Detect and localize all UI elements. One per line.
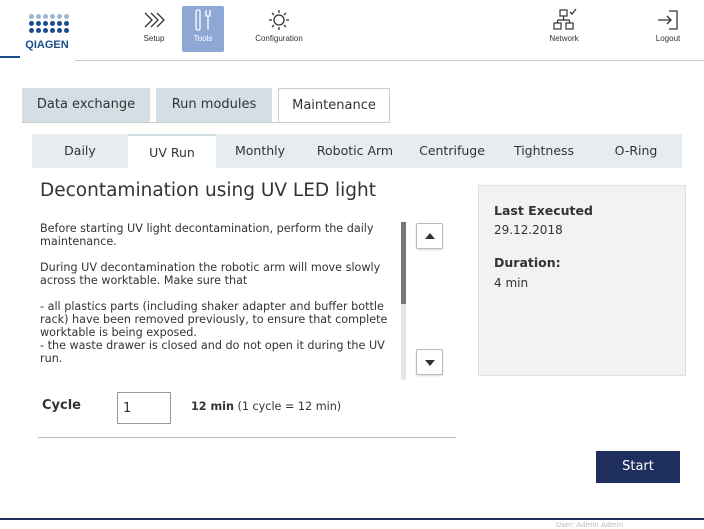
logout-icon — [658, 10, 678, 30]
cycle-duration-note: (1 cycle = 12 min) — [237, 400, 342, 413]
scroll-up-button[interactable] — [416, 223, 443, 249]
scroll-down-button[interactable] — [416, 349, 443, 375]
cycle-duration-info: 12 min (1 cycle = 12 min) — [191, 400, 341, 413]
logo-underline — [0, 56, 20, 58]
instructions-paragraph: - all plastics parts (including shaker a… — [40, 300, 388, 365]
instructions-paragraph: Before starting UV light decontamination… — [40, 222, 374, 248]
header: QIAGEN Setup Tools Configuration Network — [0, 0, 704, 62]
cycle-duration: 12 min — [191, 400, 234, 413]
last-executed-label: Last Executed — [494, 203, 593, 218]
nav-network-label: Network — [549, 34, 579, 43]
section-tabs-divider — [22, 122, 390, 123]
page-title: Decontamination using UV LED light — [40, 180, 377, 201]
tab-robotic-arm[interactable]: Robotic Arm — [304, 134, 406, 168]
qiagen-logo: QIAGEN — [22, 14, 72, 58]
tab-daily[interactable]: Daily — [32, 134, 128, 168]
nav-setup-label: Setup — [143, 34, 165, 43]
header-divider — [75, 60, 704, 61]
duration-value: 4 min — [494, 276, 529, 290]
tab-centrifuge[interactable]: Centrifuge — [406, 134, 498, 168]
nav-network[interactable]: Network — [537, 6, 591, 52]
start-button[interactable]: Start — [596, 451, 680, 483]
arrow-down-icon — [425, 360, 435, 366]
nav-logout[interactable]: Logout — [646, 6, 690, 52]
tab-uv-run[interactable]: UV Run — [128, 134, 216, 168]
arrow-up-icon — [425, 233, 435, 239]
cycle-divider — [38, 437, 456, 438]
tab-run-modules[interactable]: Run modules — [156, 88, 272, 122]
nav-configuration-label: Configuration — [255, 34, 303, 43]
nav-logout-label: Logout — [655, 34, 681, 43]
tab-data-exchange[interactable]: Data exchange — [22, 88, 150, 122]
tools-icon — [195, 9, 211, 31]
nav-tools-label: Tools — [193, 34, 213, 43]
instructions-text[interactable]: Before starting UV light decontamination… — [40, 222, 400, 380]
last-executed-value: 29.12.2018 — [494, 223, 563, 237]
nav-setup[interactable]: Setup — [134, 6, 174, 52]
configuration-icon — [269, 10, 289, 30]
network-icon — [553, 8, 577, 30]
tab-maintenance[interactable]: Maintenance — [278, 88, 390, 122]
duration-label: Duration: — [494, 255, 561, 270]
tab-o-ring[interactable]: O-Ring — [590, 134, 682, 168]
nav-configuration[interactable]: Configuration — [246, 6, 312, 52]
instructions-paragraph: During UV decontamination the robotic ar… — [40, 261, 381, 287]
footer-divider — [0, 518, 704, 520]
logo-dots — [29, 14, 69, 33]
tab-monthly[interactable]: Monthly — [216, 134, 304, 168]
tab-tightness[interactable]: Tightness — [498, 134, 590, 168]
footer-user: User: Admin Admin — [556, 521, 624, 529]
cycle-label: Cycle — [42, 398, 81, 413]
setup-icon — [144, 12, 165, 28]
logo-text: QIAGEN — [25, 39, 69, 51]
scrollbar-thumb[interactable] — [401, 222, 406, 304]
cycle-input[interactable] — [117, 392, 171, 424]
nav-tools[interactable]: Tools — [182, 6, 224, 52]
